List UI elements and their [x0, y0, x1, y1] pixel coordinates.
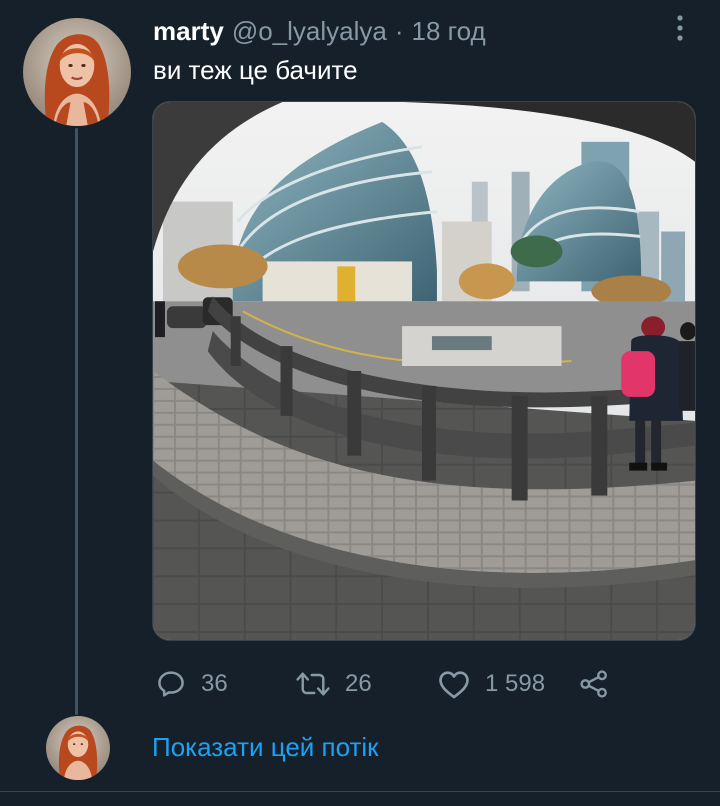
tweet-media-photo[interactable]: [152, 101, 696, 641]
thread-author-avatar[interactable]: [46, 716, 110, 780]
share-button[interactable]: [578, 662, 610, 706]
like-count: 1 598: [485, 670, 546, 697]
reply-icon: [155, 668, 187, 700]
tweet-header: marty @o_lyalyalya · 18 год: [153, 14, 486, 48]
reply-count: 36: [201, 670, 228, 697]
header-separator: ·: [394, 15, 404, 46]
tweet-divider: [0, 791, 720, 792]
tweet-timeline: marty @o_lyalyalya · 18 год ви теж це ба…: [0, 0, 720, 806]
heart-icon: [437, 668, 471, 700]
retweet-button[interactable]: 26: [295, 662, 372, 706]
show-thread-link[interactable]: Показати цей потік: [152, 732, 379, 763]
author-avatar[interactable]: [23, 18, 131, 126]
tweet-text: ви теж це бачите: [153, 55, 358, 85]
share-icon: [578, 668, 610, 700]
author-display-name[interactable]: marty: [153, 16, 224, 47]
like-button[interactable]: 1 598: [437, 662, 545, 706]
more-options-button[interactable]: [664, 14, 696, 46]
retweet-count: 26: [345, 670, 372, 697]
thread-connector-line: [75, 128, 78, 715]
reply-button[interactable]: 36: [155, 662, 228, 706]
tweet-actions-bar: 36 26 1 598: [0, 662, 720, 706]
tweet-timestamp[interactable]: 18 год: [412, 16, 486, 47]
author-handle[interactable]: @o_lyalyalya: [232, 16, 387, 47]
retweet-icon: [295, 668, 331, 700]
more-vertical-icon: [675, 14, 685, 47]
